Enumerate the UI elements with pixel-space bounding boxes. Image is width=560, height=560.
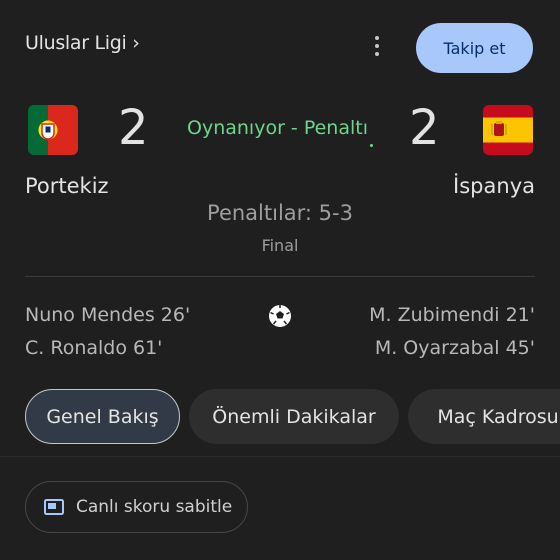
tab-lineups[interactable]: Maç Kadrosu — [408, 389, 560, 444]
pin-live-score-button[interactable]: Canlı skoru sabitle — [25, 481, 248, 533]
portugal-flag-icon — [28, 105, 78, 155]
tab-key-moments[interactable]: Önemli Dakikalar — [189, 389, 399, 444]
more-vert-icon[interactable] — [366, 34, 388, 58]
home-scorer: C. Ronaldo 61' — [25, 337, 163, 359]
away-scorer: M. Oyarzabal 45' — [374, 337, 535, 359]
penalty-score: Penaltılar: 5-3 — [207, 201, 353, 225]
league-link[interactable]: Uluslar Ligi › — [25, 32, 140, 54]
away-scorer: M. Zubimendi 21' — [369, 304, 535, 326]
picture-in-picture-icon — [44, 499, 64, 515]
soccer-ball-icon — [268, 304, 292, 328]
home-scorer: Nuno Mendes 26' — [25, 304, 191, 326]
divider — [25, 276, 535, 277]
away-score: 2 — [409, 100, 440, 156]
match-result: Final — [261, 236, 299, 255]
away-team-name[interactable]: İspanya — [453, 174, 535, 198]
spain-flag-icon — [483, 105, 533, 155]
follow-button[interactable]: Takip et — [416, 23, 533, 73]
live-indicator — [370, 144, 373, 147]
tab-overview[interactable]: Genel Bakış — [25, 389, 180, 444]
match-status: Oynanıyor - Penaltı — [187, 117, 368, 139]
section-divider — [0, 456, 560, 457]
home-team-name[interactable]: Portekiz — [25, 174, 109, 198]
home-score: 2 — [118, 100, 149, 156]
pin-live-score-label: Canlı skoru sabitle — [76, 497, 233, 517]
